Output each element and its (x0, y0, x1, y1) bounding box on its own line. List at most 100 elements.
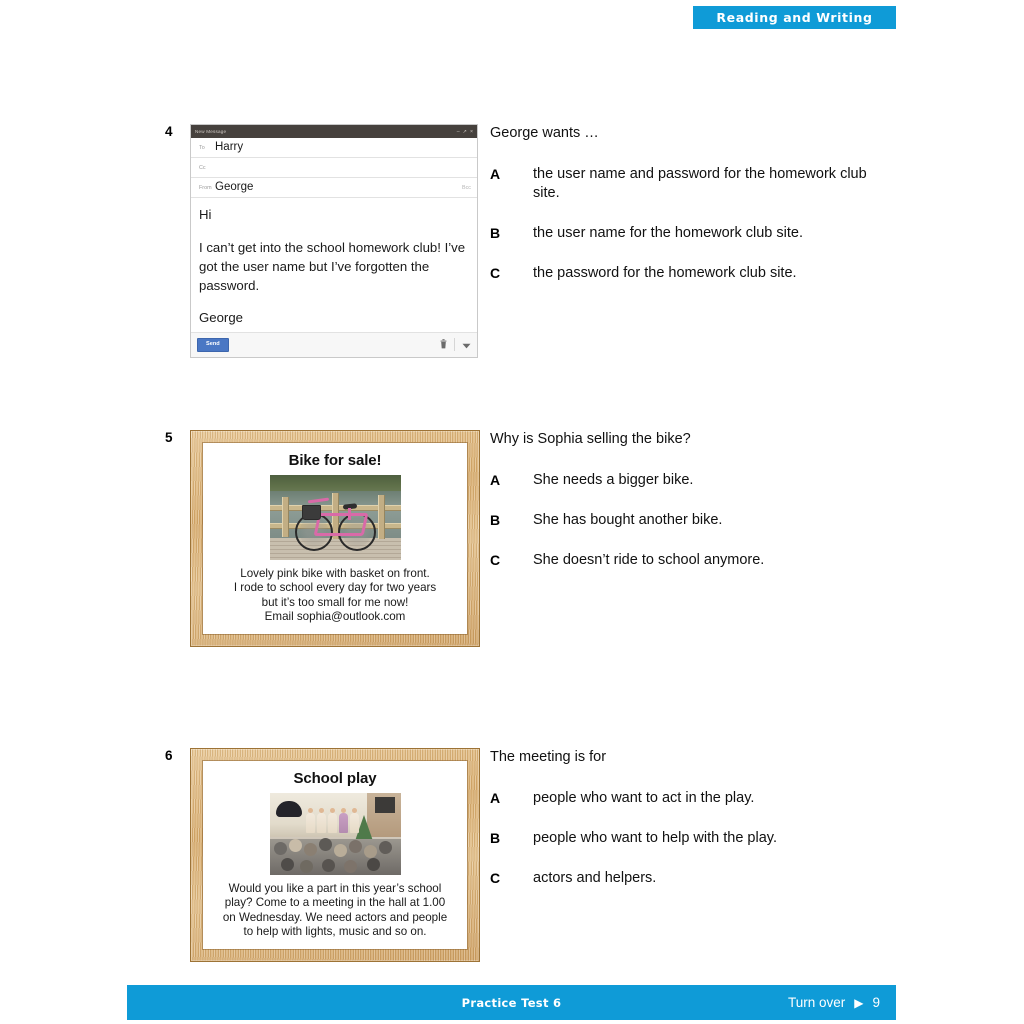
reading-and-writing-banner: Reading and Writing (693, 6, 896, 29)
option-row-a[interactable]: A the user name and password for the hom… (490, 165, 910, 203)
footer-navigation: Turn over ▶ 9 (788, 995, 880, 1010)
option-text: the user name and password for the homew… (533, 165, 867, 201)
audience-head (348, 840, 362, 853)
option-row-b[interactable]: B She has bought another bike. (490, 511, 910, 530)
close-icon[interactable]: × (470, 129, 473, 135)
option-text: She needs a bigger bike. (533, 471, 694, 488)
audience-head (363, 845, 377, 858)
poster-body-text: Would you like a part in this year’s sch… (211, 882, 459, 940)
poster-line-4: Email sophia@outlook.com (264, 610, 406, 624)
poster-body-text: Lovely pink bike with basket on front. I… (211, 567, 459, 625)
photo-performer (316, 808, 326, 833)
option-text: the password for the homework club site. (533, 264, 797, 281)
option-row-b[interactable]: B people who want to help with the play. (490, 829, 910, 848)
photo-stage-equipment (374, 797, 395, 813)
poster-title: Bike for sale! (288, 452, 382, 469)
chevron-down-icon[interactable] (462, 336, 471, 354)
option-text: She doesn’t ride to school anymore. (533, 551, 765, 568)
question-number: 5 (165, 430, 173, 445)
photo-decking (269, 538, 401, 560)
poster-line-2: I rode to school every day for two years (233, 581, 437, 595)
option-text: people who want to act in the play. (533, 789, 755, 806)
send-button[interactable]: Send (197, 337, 229, 352)
bike-photo (269, 475, 401, 560)
option-row-c[interactable]: C the password for the homework club sit… (490, 264, 910, 283)
trash-icon[interactable] (440, 336, 447, 354)
question-number: 6 (165, 748, 173, 763)
option-letter: A (490, 789, 501, 806)
email-body[interactable]: Hi I can’t get into the school homework … (191, 198, 477, 333)
poster-title: School play (293, 770, 377, 787)
email-toolbar: Send (191, 332, 477, 357)
email-to-field[interactable]: To Harry (191, 138, 477, 158)
framed-poster-school-play: School play Would you like a part in thi… (190, 748, 480, 962)
bike-frame (313, 513, 368, 536)
toolbar-divider (454, 338, 455, 352)
photo-performer (305, 808, 315, 833)
audience-head (288, 839, 302, 852)
framed-poster-bike: Bike for sale! Lovely pink bike with bas… (190, 430, 480, 647)
email-body-greeting: Hi (199, 207, 212, 222)
email-from-field[interactable]: From George Bcc (191, 178, 477, 198)
option-letter: C (490, 869, 501, 886)
practice-test-label: Practice Test 6 (461, 995, 562, 1010)
option-row-a[interactable]: A people who want to act in the play. (490, 789, 910, 808)
question-stem: The meeting is for (490, 749, 607, 765)
page-number: 9 (872, 995, 880, 1010)
to-value: Harry (215, 141, 244, 154)
option-text: actors and helpers. (533, 869, 657, 886)
audience-head (343, 860, 357, 873)
question-4-text: George wants … A the user name and passw… (490, 124, 910, 304)
banner-label: Reading and Writing (716, 10, 873, 25)
option-letter: C (490, 264, 501, 281)
email-toolbar-actions (440, 336, 471, 354)
option-letter: B (490, 511, 501, 528)
bike-seatpost (347, 508, 351, 520)
school-play-photo (269, 793, 401, 875)
email-cc-field[interactable]: Cc (191, 158, 477, 178)
poster-line-3: on Wednesday. We need actors and people (222, 910, 448, 924)
railing-post (377, 495, 385, 539)
poster-line-2: play? Come to a meeting in the hall at 1… (224, 896, 446, 910)
audience-head (303, 843, 317, 856)
from-value: George (215, 181, 254, 194)
from-label: From (199, 184, 212, 191)
option-letter: A (490, 471, 501, 488)
minimize-icon[interactable]: – (457, 129, 460, 135)
option-letter: A (490, 165, 501, 182)
option-letter: C (490, 551, 501, 568)
question-6-text: The meeting is for A people who want to … (490, 748, 910, 909)
email-body-main: I can’t get into the school homework clu… (199, 240, 466, 294)
poster-line-4: to help with lights, music and so on. (243, 925, 427, 939)
poster-content: Bike for sale! Lovely pink bike with bas… (203, 443, 467, 634)
poster-line-3: but it’s too small for me now! (261, 595, 409, 609)
question-number: 4 (165, 124, 173, 139)
audience-head (280, 858, 294, 871)
email-window-title: New Message (195, 129, 227, 134)
question-stem: Why is Sophia selling the bike? (490, 431, 691, 447)
email-compose-window: New Message – ↗ × To Harry Cc From Georg… (190, 124, 478, 358)
bcc-label[interactable]: Bcc (462, 185, 471, 191)
poster-line-1: Lovely pink bike with basket on front. (240, 567, 430, 580)
railing-post (281, 497, 289, 537)
option-row-c[interactable]: C actors and helpers. (490, 869, 910, 888)
poster-content: School play Would you like a part in thi… (203, 761, 467, 949)
audience-head (378, 841, 392, 854)
question-5-text: Why is Sophia selling the bike? A She ne… (490, 430, 910, 591)
option-row-b[interactable]: B the user name for the homework club si… (490, 224, 910, 243)
cc-label: Cc (199, 164, 206, 171)
option-letter: B (490, 829, 501, 846)
page-footer: Practice Test 6 Turn over ▶ 9 (127, 985, 896, 1020)
audience-head (333, 844, 347, 857)
photo-performer (349, 808, 359, 833)
option-text: She has bought another bike. (533, 511, 723, 528)
bike-basket (301, 505, 321, 520)
maximize-icon[interactable]: ↗ (463, 129, 467, 135)
email-stimulus: New Message – ↗ × To Harry Cc From Georg… (190, 124, 478, 358)
email-body-signature: George (199, 309, 243, 325)
option-row-a[interactable]: A She needs a bigger bike. (490, 471, 910, 490)
question-stem: George wants … (490, 125, 599, 141)
bike-poster-stimulus: Bike for sale! Lovely pink bike with bas… (190, 430, 480, 647)
option-text: people who want to help with the play. (533, 829, 777, 846)
option-row-c[interactable]: C She doesn’t ride to school anymore. (490, 551, 910, 570)
